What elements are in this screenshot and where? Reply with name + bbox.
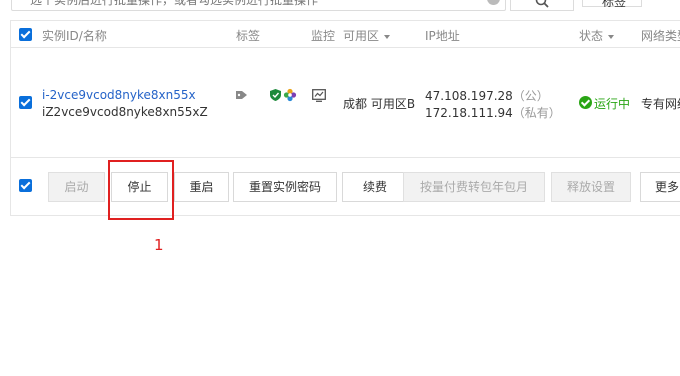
header-status-label: 状态 [579, 29, 604, 43]
bulk-select-checkbox[interactable] [19, 179, 32, 192]
instance-id-link[interactable]: i-2vce9vcod8nyke8xn55x [42, 88, 196, 102]
caret-down-icon [608, 34, 615, 39]
tag-button[interactable]: 标签 [582, 0, 642, 9]
search-icon [535, 0, 549, 8]
running-status-icon [579, 96, 592, 109]
start-button[interactable]: 启动 [48, 172, 105, 202]
security-flower-icon[interactable] [283, 88, 297, 102]
public-ip-value: 47.108.197.28 [425, 89, 513, 103]
search-input-text: 选个实例后进行批量操作，或者勾选实例进行批量操作 [30, 0, 319, 7]
annotation-number: 1 [154, 236, 164, 254]
status-value: 运行中 [594, 97, 631, 111]
more-button[interactable]: 更多 [640, 172, 680, 202]
search-button[interactable] [510, 0, 574, 11]
header-tags: 标签 [236, 29, 261, 43]
header-zone[interactable]: 可用区 [343, 27, 391, 44]
caret-down-icon [384, 34, 391, 39]
annotation-highlight-box [108, 160, 174, 220]
instance-name: iZ2vce9vcod8nyke8xn55xZ [42, 105, 208, 119]
private-ip: 172.18.111.94（私有） [425, 104, 561, 121]
tag-icon[interactable] [236, 90, 248, 100]
renew-button[interactable]: 续费 [342, 172, 408, 202]
zone-value: 成都 可用区B [343, 97, 416, 111]
table-header: 实例ID/名称 标签 监控 可用区 IP地址 状态 网络类型 [11, 21, 680, 48]
header-id-name: 实例ID/名称 [42, 29, 107, 43]
shield-icon[interactable] [270, 89, 281, 101]
private-ip-suffix: （私有） [512, 106, 561, 120]
private-ip-value: 172.18.111.94 [425, 106, 513, 120]
table-row: i-2vce9vcod8nyke8xn55x iZ2vce9vcod8nyke8… [11, 48, 680, 158]
header-status[interactable]: 状态 [579, 27, 615, 44]
monitor-chart-icon[interactable] [312, 89, 326, 102]
header-network: 网络类型 [641, 29, 680, 43]
row-checkbox[interactable] [19, 96, 32, 109]
search-bar: 选个实例后进行批量操作，或者勾选实例进行批量操作 × 标签 [0, 0, 680, 12]
reset-password-button[interactable]: 重置实例密码 [233, 172, 337, 202]
select-all-checkbox[interactable] [19, 28, 32, 41]
restart-button[interactable]: 重启 [174, 172, 229, 202]
header-monitor: 监控 [311, 29, 336, 43]
public-ip-suffix: （公） [512, 89, 549, 103]
release-settings-button[interactable]: 释放设置 [551, 172, 631, 202]
public-ip: 47.108.197.28（公） [425, 87, 549, 104]
convert-billing-button[interactable]: 按量付费转包年包月 [403, 172, 545, 202]
tag-button-label: 标签 [602, 0, 627, 9]
header-zone-label: 可用区 [343, 29, 380, 43]
network-type-value: 专有网络 [641, 97, 680, 111]
header-ip: IP地址 [425, 29, 460, 43]
